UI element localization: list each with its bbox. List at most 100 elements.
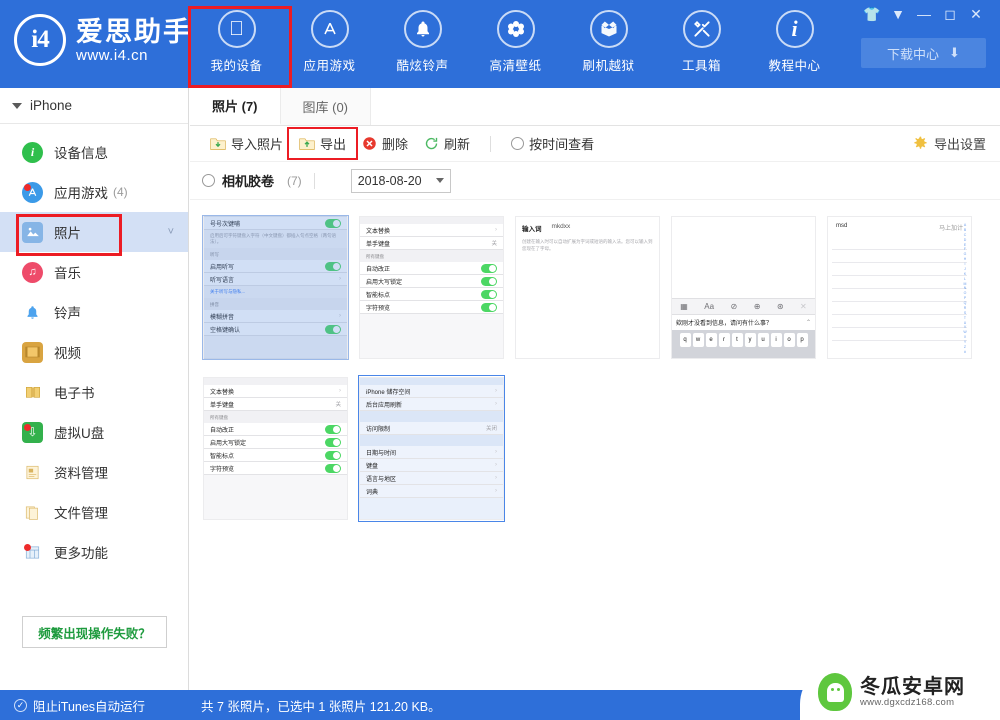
thumbnail-photo-1[interactable]: 号号次键哺 启用后可字符键盘入字符（中文键盘）都插入句点空格（两句语法）。 听写… [202,214,349,361]
ios-row-value: 关闭 [485,426,497,432]
gear-icon [914,136,927,149]
sidebar-item-ebooks[interactable]: 电子书 [0,372,188,412]
nav-item-toolbox[interactable]: 工具箱 [655,8,748,80]
view-by-time-toggle[interactable]: 按时间查看 [503,131,602,156]
nav-item-ringtones[interactable]: 酷炫铃声 [376,8,469,80]
ios-row-label: 听写语言 [210,277,235,284]
nav-item-tutorials[interactable]: i 教程中心 [748,8,841,80]
nav-label: 工具箱 [681,59,721,73]
sidebar-item-file-management[interactable]: 文件管理 [0,492,188,532]
chevron-down-icon[interactable]: ˅ [168,226,174,238]
sidebar-item-photos[interactable]: 照片 ˅ [0,212,188,256]
close-icon[interactable]: ✕ [964,3,988,25]
ios-row-label: 启用听写 [210,264,235,271]
itunes-block-toggle[interactable]: ✓ 阻止iTunes自动运行 [0,696,189,715]
ios-section-header: 所有键盘 [360,250,503,262]
import-icon [210,138,226,150]
tab-photos[interactable]: 照片 (7) [190,88,281,125]
album-count: (7) [287,173,302,188]
sidebar-item-label: 电子书 [54,386,95,401]
download-center-button[interactable]: 下载中心 ⬇ [861,38,986,68]
sidebar-item-label: 照片 [54,226,81,241]
minimize-icon[interactable]: — [912,3,936,25]
font-icon: Aa [704,302,715,311]
export-settings-button[interactable]: 导出设置 [913,134,986,153]
thumbnail-photo-7[interactable]: iPhone 储存空间 › 后台应用刷新 › 访问限制 关闭 日期与时间 › 键盘 › 语… [358,375,505,522]
ios-row-label: 访问限制 [366,426,391,433]
help-button[interactable]: 频繁出现操作失败？ [22,616,167,648]
ios-row-label: 键盘 [366,463,379,470]
grid-icon: ▦ [680,302,688,311]
sidebar-item-ringtones[interactable]: 铃声 [0,292,188,332]
sidebar-item-label: 铃声 [54,306,81,321]
maximize-icon[interactable]: ◻ [938,3,962,25]
skin-icon[interactable]: 👕 [860,3,884,25]
sidebar-item-data-management[interactable]: 资料管理 [0,452,188,492]
count-paren: ) [123,185,128,199]
thumbnail-photo-3[interactable]: 输入词 mkdxx 创建在输入时可以自动扩展为字词或短语的输入法。您可以输入到您… [514,214,661,361]
thumbnail-photo-5[interactable]: msd 马上加计 ABCDEFG HIJKLMN OPQRSTU V W X Y Z # [826,214,973,361]
sidebar-item-music[interactable]: ♫ 音乐 [0,252,188,292]
book-icon [22,382,43,403]
key: u [757,333,769,347]
chat-toolbar: ▦ Aa ⊘ ⊕ ⊛ ✕ [672,298,815,314]
filter-divider [313,172,315,189]
ios-row-label: 单手键盘 [366,241,391,248]
delete-button[interactable]: 删除 [354,131,416,156]
import-photos-button[interactable]: 导入照片 [202,131,291,156]
badge-dot [24,184,31,191]
refresh-label: 刷新 [444,137,471,152]
photo-grid: 号号次键哺 启用后可字符键盘入字符（中文键盘）都插入句点空格（两句语法）。 听写… [190,200,1000,522]
nav-item-apps-games[interactable]: 应用游戏 [283,8,376,80]
key: t [731,333,743,347]
ios-row-label: 单手键盘 [210,402,235,409]
ios-row-label: 模糊拼音 [210,314,235,321]
keyboard: q w e r t y u i o p [672,330,815,358]
device-header[interactable]: iPhone [0,88,188,124]
thumbnail-photo-4[interactable]: ▦ Aa ⊘ ⊕ ⊛ ✕ 欸刚才没看到信息，请问有什么事？ ⌃ q w e r … [670,214,817,361]
contacts-title: msd [836,223,848,229]
input-method-title: 输入词 [522,226,542,233]
export-icon [299,138,315,150]
export-button[interactable]: 导出 [287,127,359,160]
sidebar-item-label: 设备信息 [54,146,108,161]
ios-section-header: 拼音 [204,298,347,310]
appstore-icon [310,10,349,48]
watermark-name: 冬瓜安卓网 [860,675,965,698]
nav-item-flash-jailbreak[interactable]: 刷机越狱 [562,8,655,80]
sidebar-item-label: 更多功能 [54,546,108,561]
refresh-button[interactable]: 刷新 [416,131,478,156]
plus-icon: ⊕ [753,302,761,311]
video-icon [22,341,43,363]
sidebar-item-videos[interactable]: 视频 [0,332,188,372]
tab-gallery[interactable]: 图库 (0) [280,88,372,125]
export-settings-label: 导出设置 [933,137,986,152]
sidebar-item-label: 视频 [54,346,81,361]
date-dropdown[interactable]: 2018-08-20 [350,168,451,193]
nav-label: 应用游戏 [303,59,356,73]
thumbnail-photo-2[interactable]: 文本替换 › 单手键盘关 所有键盘 自动改正 启用大写锁定 智能标点 字符预览 [358,214,505,361]
sidebar-item-label: 音乐 [54,266,81,281]
sidebar-list: i 设备信息 应用游戏 (4 ) 照片 ˅ ♫ 音乐 铃声 视频 电子书 ⇩ 虚… [0,124,188,572]
sidebar-item-apps-games[interactable]: 应用游戏 (4 ) [0,172,188,212]
album-label: 相机胶卷 [222,174,275,189]
chevron-down-icon [435,178,444,183]
ios-row-label: 语言与地区 [366,476,397,483]
nav-item-my-device[interactable]:  我的设备 [188,6,292,88]
badge-dot [24,424,31,431]
ios-row-label: 启用大写锁定 [366,279,403,286]
sidebar-item-more-features[interactable]: 更多功能 [0,532,188,572]
nav-label: 酷炫铃声 [396,59,449,73]
emoji-icon: ⊛ [776,302,784,311]
chat-input: 欸刚才没看到信息，请问有什么事？ ⌃ [672,314,815,330]
bell-icon [403,10,442,48]
ios-row-label: 启用大写锁定 [210,440,247,447]
import-photos-label: 导入照片 [231,137,284,152]
ios-row-value: 关 [491,241,497,247]
sidebar-item-device-info[interactable]: i 设备信息 [0,132,188,172]
sidebar-item-virtual-usb[interactable]: ⇩ 虚拟U盘 [0,412,188,452]
thumbnail-photo-6[interactable]: 文本替换 › 单手键盘关 所有键盘 自动改正 启用大写锁定 智能标点 字符预览 [202,375,349,522]
album-camera-roll[interactable]: 相机胶卷 (7) [202,171,302,190]
nav-item-wallpapers[interactable]: 高清壁纸 [469,8,562,80]
chevron-down-icon[interactable]: ▼ [886,3,910,25]
